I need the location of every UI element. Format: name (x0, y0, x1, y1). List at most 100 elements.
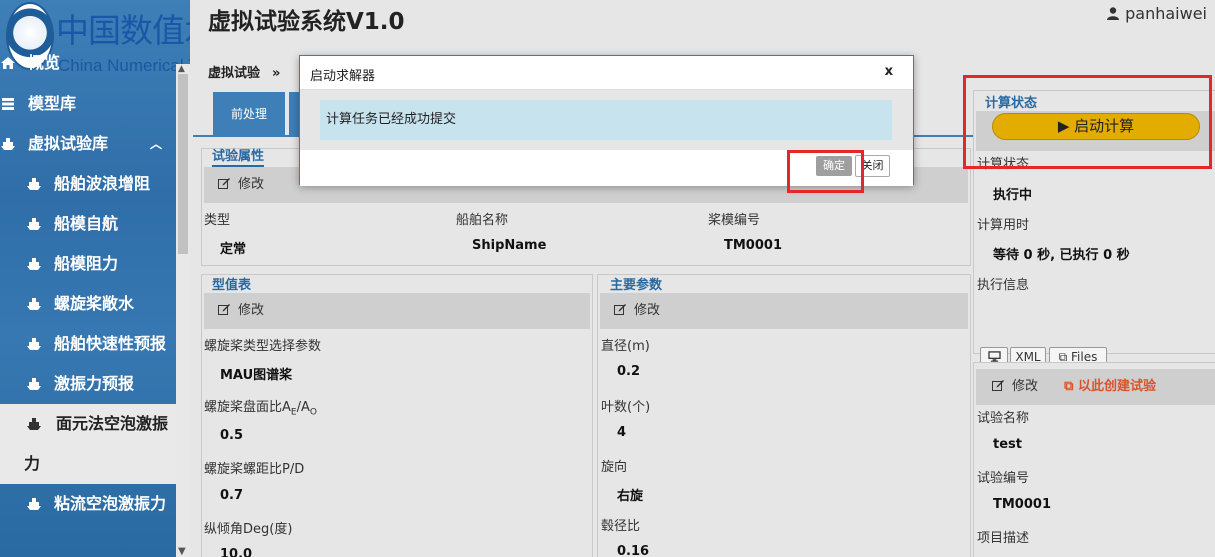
breadcrumb-separator: » (272, 66, 281, 81)
field-label: 计算状态 (977, 157, 1030, 172)
home-icon (1, 57, 15, 69)
sidebar-item-model-resistance[interactable]: 船模阻力 (0, 244, 176, 284)
modal-header: 启动求解器 x (300, 56, 913, 90)
sidebar-item-label: 螺旋桨敞水 (54, 294, 135, 313)
field-label: 毂径比 (601, 519, 641, 534)
ship-icon (27, 218, 41, 230)
ship-icon (1, 138, 15, 150)
field-value: 0.16 (617, 544, 650, 557)
ship-icon (27, 338, 41, 350)
sidebar-item-label: 船舶波浪增阻 (54, 174, 151, 193)
sidebar-scrollbar[interactable]: ▲ ▼ (176, 64, 190, 557)
user-icon (1107, 7, 1120, 20)
sidebar-item-label: 船舶快速性预报 (54, 334, 167, 353)
field-label: 执行信息 (977, 278, 1030, 293)
field-value: 0.5 (220, 428, 244, 443)
ship-icon (27, 258, 41, 270)
panel-title: 试验属性 (212, 149, 265, 167)
edit-bar[interactable]: 修改 (600, 293, 968, 329)
ship-icon (27, 378, 41, 390)
scrollbar-thumb[interactable] (178, 74, 188, 254)
field-label: 项目描述 (977, 531, 1030, 546)
ship-icon (27, 178, 41, 190)
edit-label: 修改 (238, 303, 265, 318)
test-info-panel: 修改 ⧉ 以此创建试验 试验名称 test 试验编号 TM0001 项目描述 (973, 362, 1215, 557)
modal-body: 计算任务已经成功提交 (300, 90, 913, 150)
play-icon: ▶ (1057, 117, 1070, 135)
sidebar-item-panel-cavitation[interactable]: 面元法空泡激振力 (0, 404, 176, 484)
topbar: 虚拟试验系统V1.0 panhaiwei (190, 0, 1215, 40)
edit-label: 修改 (238, 177, 265, 192)
sidebar-item-wave-added-resistance[interactable]: 船舶波浪增阻 (0, 164, 176, 204)
field-label: 旋向 (601, 460, 628, 475)
create-test-from-this-link[interactable]: ⧉ 以此创建试验 (1064, 379, 1156, 394)
sidebar-item-viscous-cavitation[interactable]: 粘流空泡激振力 (0, 484, 176, 524)
sidebar-item-label: 概览 (28, 53, 61, 72)
calc-time-value: 等待 0 秒, 已执行 0 秒 (993, 248, 1130, 263)
username: panhaiwei (1125, 4, 1207, 23)
breadcrumb-current[interactable]: 虚拟试验 (208, 66, 260, 81)
test-name-value: test (993, 437, 1022, 452)
ship-icon (27, 298, 41, 310)
tab-preprocess[interactable]: 前处理 (213, 92, 285, 137)
field-label: 试验编号 (977, 471, 1030, 486)
field-label: 桨模编号 (708, 213, 761, 228)
sidebar-item-label: 船模阻力 (54, 254, 119, 273)
edit-icon (614, 304, 626, 315)
field-value: 定常 (220, 242, 247, 257)
sidebar-nav: 概览 模型库 虚拟试验库 ︿ 船舶波浪增阻 船模自航 船模阻力 螺旋桨敞水 船舶… (0, 53, 176, 524)
sidebar-item-label: 船模自航 (54, 214, 119, 233)
sidebar-item-self-propulsion[interactable]: 船模自航 (0, 204, 176, 244)
field-label-disc-ratio: 螺旋桨盘面比AE/AO (204, 400, 317, 418)
field-value: 右旋 (617, 489, 644, 504)
field-label: 计算用时 (977, 218, 1030, 233)
scroll-down-icon[interactable]: ▼ (178, 546, 186, 557)
field-value: 10.0 (220, 547, 253, 557)
edit-label: 修改 (634, 303, 661, 318)
scroll-up-icon[interactable]: ▲ (178, 64, 185, 74)
sidebar-item-label: 激振力预报 (54, 374, 135, 393)
sidebar-item-label: 模型库 (28, 94, 77, 113)
calc-status-value: 执行中 (993, 188, 1033, 203)
profile-table-panel: 型值表 修改 螺旋桨类型选择参数 MAU图谱桨 螺旋桨盘面比AE/AO 0.5 … (201, 274, 593, 557)
modal-footer: 确定 关闭 (300, 150, 913, 186)
sidebar: 中国数值水池 China Numerical Tank 概览 模型库 虚拟试验库… (0, 0, 190, 557)
ship-icon (27, 498, 41, 510)
copy-icon: ⧉ (1064, 379, 1074, 394)
close-button[interactable]: 关闭 (855, 155, 890, 177)
field-label: 螺旋桨螺距比P/D (204, 462, 305, 477)
tab-next[interactable] (289, 92, 299, 137)
database-icon (2, 98, 14, 110)
edit-icon (218, 304, 230, 315)
sidebar-item-open-water[interactable]: 螺旋桨敞水 (0, 284, 176, 324)
modal-title: 启动求解器 (310, 69, 376, 84)
start-calculation-button[interactable]: ▶ 启动计算 (992, 113, 1200, 140)
user-menu[interactable]: panhaiwei (1107, 4, 1207, 23)
monitor-icon (987, 351, 1001, 362)
main-params-panel: 主要参数 修改 直径(m) 0.2 叶数(个) 4 旋向 右旋 毂径比 0.16 (597, 274, 971, 557)
modal-close-icon[interactable]: x (885, 64, 893, 79)
sidebar-item-excitation-force[interactable]: 激振力预报 (0, 364, 176, 404)
solver-modal: 启动求解器 x 计算任务已经成功提交 确定 关闭 (299, 55, 914, 186)
edit-bar[interactable]: 修改 (204, 293, 590, 329)
sidebar-item-model-library[interactable]: 模型库 (0, 84, 176, 124)
sidebar-item-speed-prediction[interactable]: 船舶快速性预报 (0, 324, 176, 364)
confirm-button[interactable]: 确定 (816, 156, 852, 176)
edit-action[interactable]: 修改 (992, 379, 1038, 394)
sidebar-item-virtual-test-library[interactable]: 虚拟试验库 ︿ (0, 124, 176, 164)
calc-status-panel: 计算状态 ▶ 启动计算 计算状态 执行中 计算用时 等待 0 秒, 已执行 0 … (973, 90, 1215, 368)
sidebar-item-label: 粘流空泡激振力 (54, 494, 167, 513)
field-label: 纵倾角Deg(度) (204, 522, 293, 537)
field-value: 4 (617, 425, 627, 440)
sidebar-item-overview[interactable]: 概览 (0, 42, 176, 84)
field-label: 试验名称 (977, 411, 1030, 426)
success-alert: 计算任务已经成功提交 (320, 100, 892, 140)
edit-bar: 修改 ⧉ 以此创建试验 (976, 369, 1215, 405)
edit-icon (992, 380, 1004, 391)
app-title: 虚拟试验系统V1.0 (208, 9, 405, 35)
chevron-up-icon[interactable]: ︿ (150, 124, 162, 164)
ship-icon (27, 418, 41, 430)
field-label: 船舶名称 (456, 213, 509, 228)
sidebar-item-label: 虚拟试验库 (28, 134, 109, 153)
field-label: 类型 (204, 213, 231, 228)
